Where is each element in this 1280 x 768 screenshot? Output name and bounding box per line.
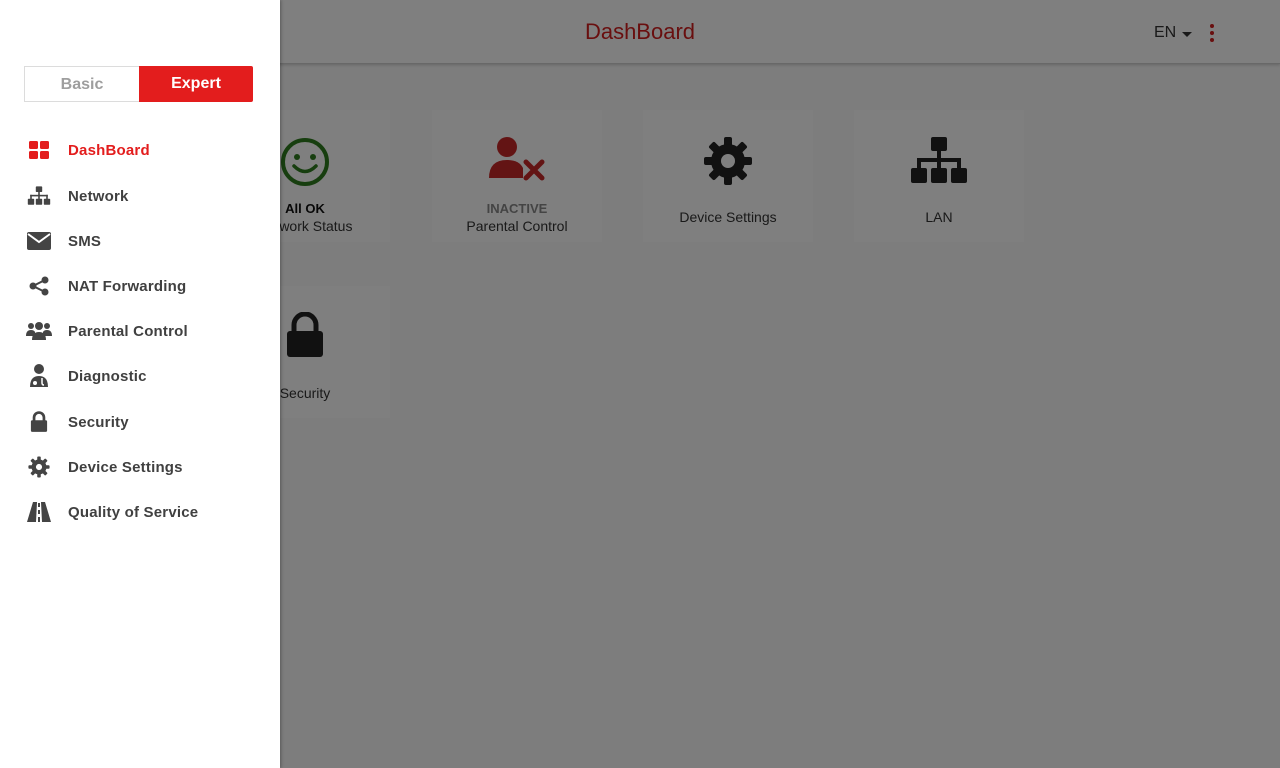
road-icon	[26, 499, 52, 525]
dashboard-grid-icon	[26, 137, 52, 163]
sidebar-item-network[interactable]: Network	[0, 174, 280, 218]
sidebar-item-diagnostic[interactable]: Diagnostic	[0, 354, 280, 398]
lock-icon	[26, 409, 52, 435]
share-icon	[26, 273, 52, 299]
sitemap-icon	[26, 183, 52, 209]
sidebar-item-quality-of-service[interactable]: Quality of Service	[0, 490, 280, 534]
mode-toggle: Basic Expert	[24, 66, 253, 102]
sidebar-item-label: Network	[68, 187, 129, 205]
sidebar-item-label: SMS	[68, 232, 102, 250]
sidebar-item-label: DashBoard	[68, 141, 150, 159]
sidebar-item-security[interactable]: Security	[0, 400, 280, 444]
sidebar-item-label: Device Settings	[68, 458, 183, 476]
expert-mode-button[interactable]: Expert	[139, 66, 253, 102]
sidebar-item-label: Security	[68, 413, 129, 431]
sidebar-item-nat-forwarding[interactable]: NAT Forwarding	[0, 264, 280, 308]
sidebar-item-label: Parental Control	[68, 322, 188, 340]
sidebar-item-label: NAT Forwarding	[68, 277, 187, 295]
basic-mode-button[interactable]: Basic	[24, 66, 139, 102]
users-icon	[26, 318, 52, 344]
sidebar-item-dashboard[interactable]: DashBoard	[0, 128, 280, 172]
envelope-icon	[26, 228, 52, 254]
side-drawer: Basic Expert DashBoard Network SMS NAT F…	[0, 0, 280, 768]
sidebar-item-label: Diagnostic	[68, 367, 147, 385]
gear-icon	[26, 454, 52, 480]
sidebar-item-device-settings[interactable]: Device Settings	[0, 445, 280, 489]
sidebar-item-sms[interactable]: SMS	[0, 219, 280, 263]
sidebar-item-label: Quality of Service	[68, 503, 199, 521]
sidebar-item-parental-control[interactable]: Parental Control	[0, 309, 280, 353]
doctor-icon	[26, 363, 52, 389]
